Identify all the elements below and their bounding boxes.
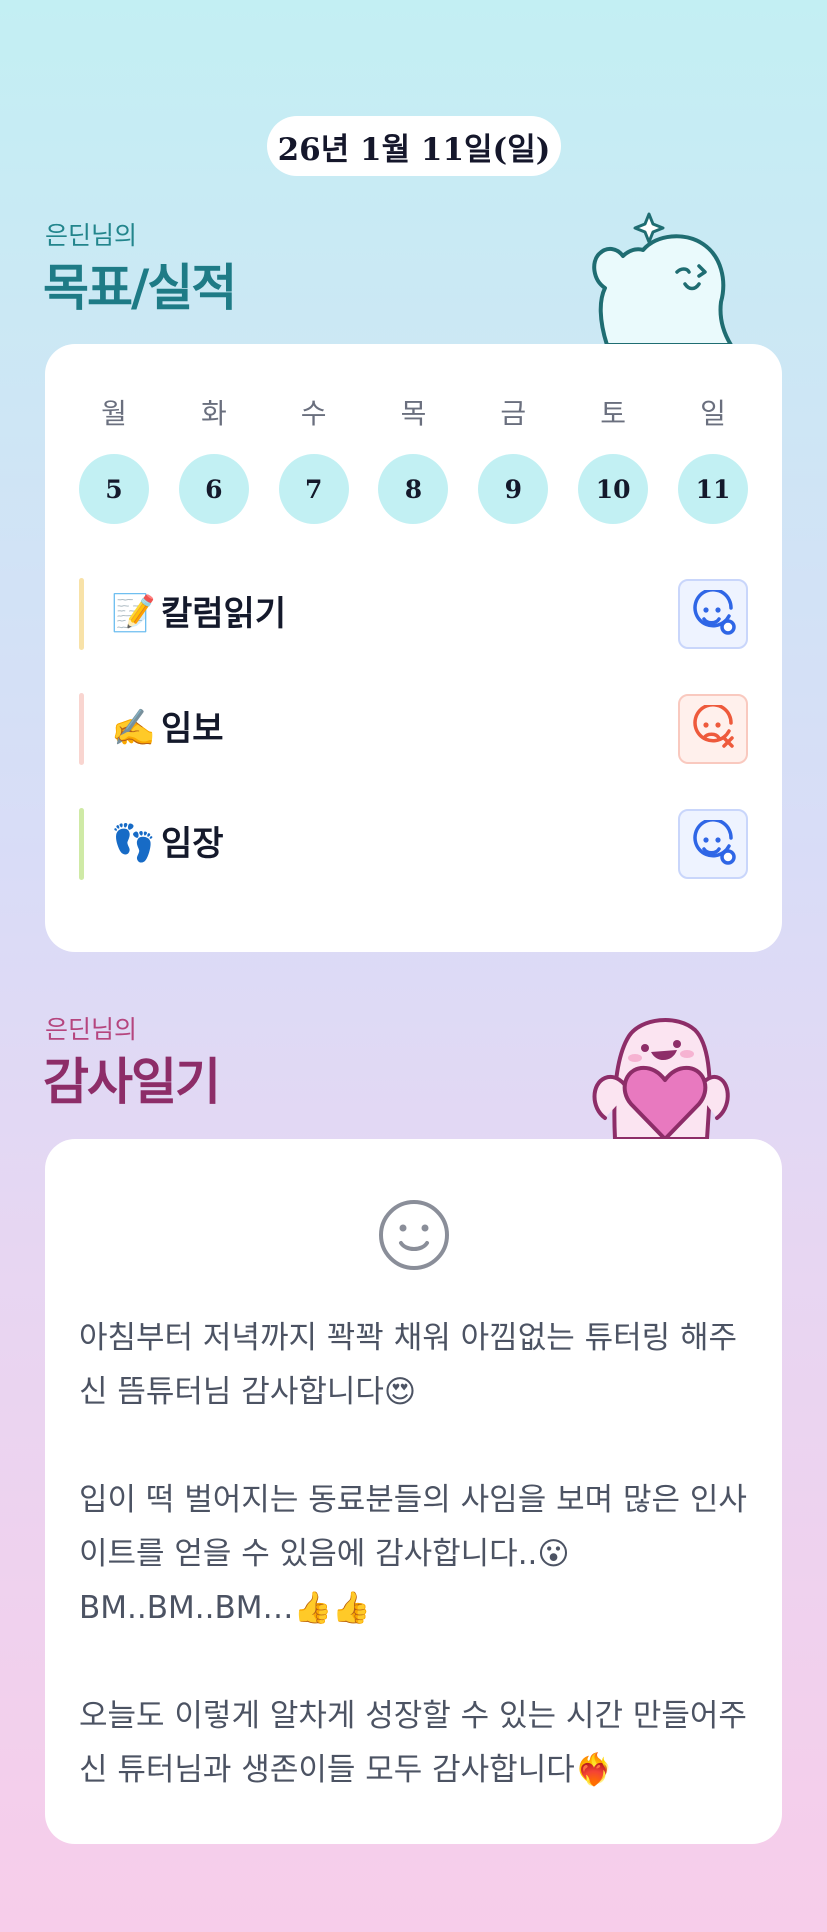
smile-check-icon bbox=[693, 820, 736, 865]
goal-status-button[interactable] bbox=[678, 579, 748, 649]
day-mon[interactable]: 월 5 bbox=[79, 394, 149, 524]
day-sun[interactable]: 일 11 bbox=[677, 394, 748, 524]
goal-card: 월 5 화 6 수 7 목 8 금 9 토 10 일 11 📝 칼럼읽기 ✍️ … bbox=[45, 344, 782, 952]
goal-label: 임장 bbox=[161, 824, 224, 864]
goal-item-column-reading: 📝 칼럼읽기 bbox=[79, 578, 748, 650]
goal-label: 칼럼읽기 bbox=[161, 594, 287, 634]
memo-icon: 📝 bbox=[111, 593, 156, 634]
date-pill: 26년 1월 11일(일) bbox=[267, 116, 561, 176]
day-number[interactable]: 6 bbox=[178, 454, 249, 524]
sad-x-icon bbox=[693, 705, 734, 748]
goal-section-title: 목표/실적 bbox=[43, 259, 237, 317]
heart-mascot-illustration bbox=[592, 1018, 730, 1139]
week-days: 월 5 화 6 수 7 목 8 금 9 토 10 일 11 bbox=[79, 394, 748, 524]
day-name: 수 bbox=[300, 397, 327, 430]
footprints-icon: 👣 bbox=[111, 823, 156, 864]
smile-face-icon bbox=[379, 1200, 449, 1270]
smile-check-icon bbox=[693, 590, 736, 635]
day-name: 토 bbox=[600, 397, 627, 430]
day-name: 일 bbox=[700, 397, 726, 430]
goal-label: 임보 bbox=[161, 709, 224, 749]
goal-status-button[interactable] bbox=[678, 694, 748, 764]
writing-hand-icon: ✍️ bbox=[111, 708, 156, 749]
day-tue[interactable]: 화 6 bbox=[178, 394, 249, 524]
day-number[interactable]: 5 bbox=[79, 454, 149, 524]
day-name: 금 bbox=[500, 397, 527, 430]
goal-color-bar bbox=[79, 578, 84, 650]
day-name: 월 bbox=[101, 397, 127, 430]
day-fri[interactable]: 금 9 bbox=[478, 394, 549, 524]
day-number[interactable]: 8 bbox=[378, 454, 449, 524]
day-number[interactable]: 10 bbox=[578, 454, 649, 524]
thanks-section-title: 감사일기 bbox=[43, 1053, 221, 1111]
goal-color-bar bbox=[79, 808, 84, 880]
goal-item-imjang: 👣 임장 bbox=[79, 808, 748, 880]
day-number[interactable]: 7 bbox=[278, 454, 349, 524]
goal-section-subtitle: 은딘님의 bbox=[45, 221, 138, 250]
day-number[interactable]: 9 bbox=[478, 454, 549, 524]
day-number[interactable]: 11 bbox=[677, 454, 748, 524]
gratitude-journal-card: 아침부터 저녁까지 꽉꽉 채워 아낌없는 튜터링 해주신 뜸튜터님 감사합니다😍… bbox=[45, 1139, 782, 1844]
ghost-mascot-illustration bbox=[592, 212, 733, 345]
day-name: 화 bbox=[200, 397, 227, 430]
gratitude-text: 아침부터 저녁까지 꽉꽉 채워 아낌없는 튜터링 해주신 뜸튜터님 감사합니다😍… bbox=[79, 1320, 747, 1788]
day-name: 목 bbox=[400, 397, 427, 430]
goal-status-button[interactable] bbox=[678, 809, 748, 879]
day-wed[interactable]: 수 7 bbox=[278, 394, 349, 524]
goal-item-imbo: ✍️ 임보 bbox=[79, 693, 748, 765]
thanks-section-subtitle: 은딘님의 bbox=[45, 1015, 138, 1044]
day-sat[interactable]: 토 10 bbox=[578, 394, 649, 524]
goal-color-bar bbox=[79, 693, 84, 765]
day-thu[interactable]: 목 8 bbox=[378, 394, 449, 524]
